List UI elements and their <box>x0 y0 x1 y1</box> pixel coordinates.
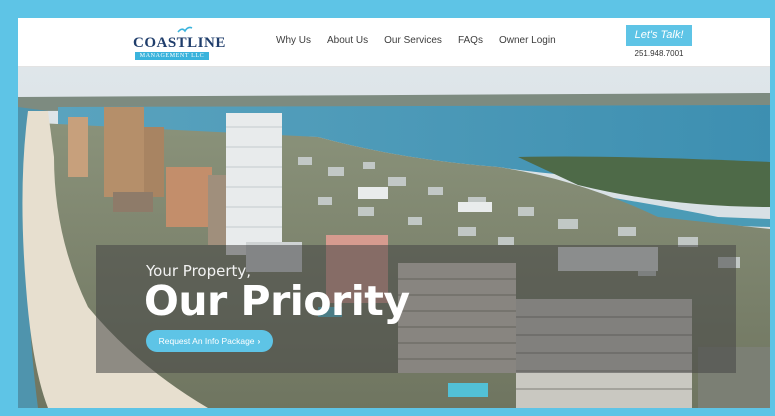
main-nav: Why Us About Us Our Services FAQs Owner … <box>276 33 556 49</box>
request-info-package-button[interactable]: Request An Info Package › <box>146 330 273 352</box>
nav-owner-login[interactable]: Owner Login <box>499 33 556 49</box>
hero-overlay: Your Property, Our Priority Request An I… <box>96 245 736 373</box>
phone-number[interactable]: 251.948.7001 <box>626 49 692 58</box>
nav-our-services[interactable]: Our Services <box>384 33 442 49</box>
nav-faqs[interactable]: FAQs <box>458 33 483 49</box>
webpage: COASTLINE MANAGEMENT LLC Why Us About Us… <box>18 18 770 408</box>
nav-about-us[interactable]: About Us <box>327 33 368 49</box>
chevron-right-icon: › <box>257 336 261 346</box>
logo-wordmark: COASTLINE <box>133 35 226 51</box>
seabird-icon <box>177 26 193 33</box>
page-frame: COASTLINE MANAGEMENT LLC Why Us About Us… <box>0 0 775 416</box>
site-logo[interactable]: COASTLINE MANAGEMENT LLC <box>133 23 225 61</box>
request-info-package-label: Request An Info Package <box>158 336 255 346</box>
hero-headline: Our Priority <box>144 277 410 325</box>
hero-section: Your Property, Our Priority Request An I… <box>18 67 770 408</box>
lets-talk-button[interactable]: Let's Talk! <box>626 25 692 46</box>
site-header: COASTLINE MANAGEMENT LLC Why Us About Us… <box>18 18 770 67</box>
logo-subtitle: MANAGEMENT LLC <box>135 52 209 60</box>
nav-why-us[interactable]: Why Us <box>276 33 311 49</box>
